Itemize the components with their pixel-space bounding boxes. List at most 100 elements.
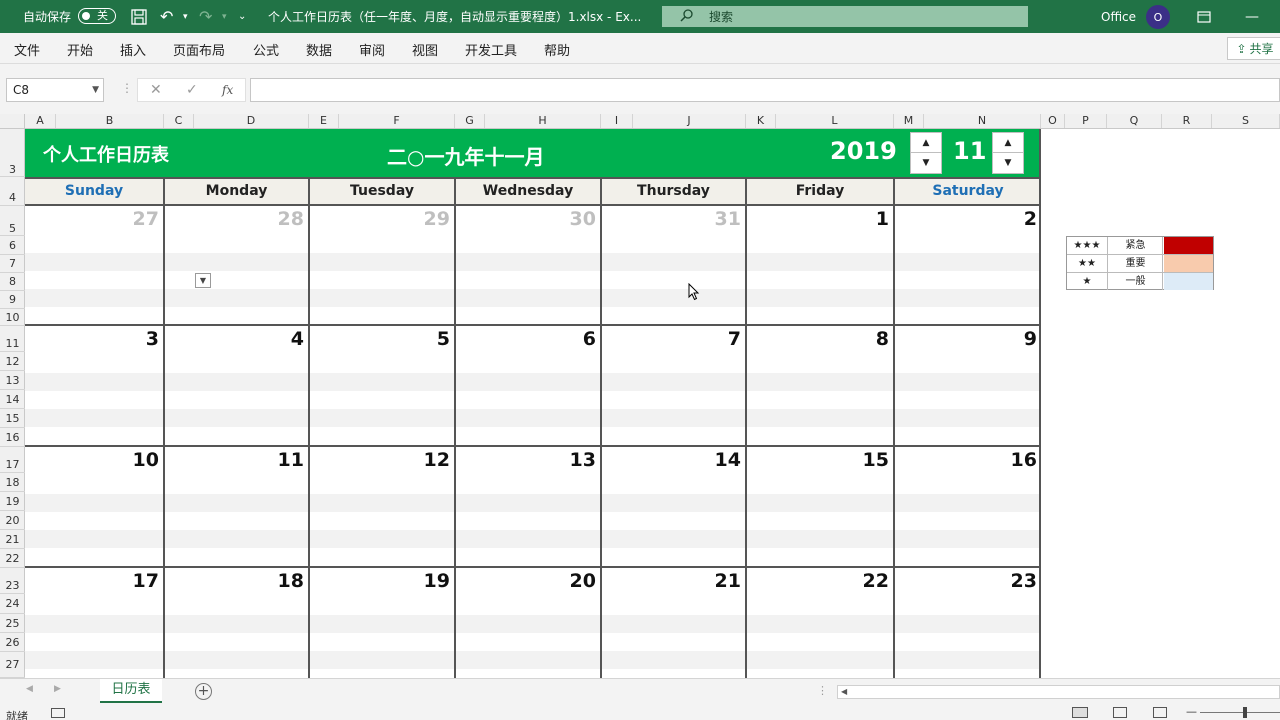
redo-icon[interactable]: ↷ [199,0,212,33]
add-sheet-button[interactable]: + [195,683,212,700]
year-up-icon[interactable]: ▲ [911,133,941,153]
calendar-day-cell[interactable]: 17 [25,568,165,678]
column-header[interactable]: P [1065,114,1107,128]
column-header[interactable]: N [924,114,1041,128]
share-button[interactable]: ⇪ 共享 [1227,37,1280,60]
formula-input[interactable] [250,78,1280,102]
row-header[interactable]: 4 [0,177,25,206]
chevron-down-icon[interactable]: ▼ [92,79,99,101]
normal-view-icon[interactable] [1072,707,1088,718]
row-header[interactable]: 23 [0,568,25,594]
minimize-icon[interactable]: — [1245,0,1259,33]
sheet-tab-calendar[interactable]: 日历表 [100,679,162,703]
column-header[interactable]: G [455,114,485,128]
column-header[interactable]: L [776,114,894,128]
calendar-day-cell[interactable]: 6 [456,326,602,445]
month-up-icon[interactable]: ▲ [993,133,1023,153]
row-header[interactable]: 3 [0,129,25,177]
zoom-out-icon[interactable]: — [1186,705,1197,718]
calendar-day-cell[interactable]: 10 [25,447,165,566]
column-header[interactable]: D [194,114,309,128]
tab-data[interactable]: 数据 [306,40,332,59]
drag-handle-icon[interactable]: ⋮ [121,81,133,95]
calendar-day-cell[interactable]: 4 [165,326,310,445]
column-header[interactable]: S [1212,114,1280,128]
column-header[interactable]: M [894,114,924,128]
prev-sheet-icon[interactable]: ◀ [26,684,33,694]
zoom-slider[interactable] [1200,712,1280,713]
column-header[interactable]: O [1041,114,1065,128]
column-header[interactable]: I [601,114,633,128]
column-header[interactable]: B [56,114,164,128]
row-header[interactable]: 16 [0,428,25,447]
month-down-icon[interactable]: ▼ [993,153,1023,173]
year-spinner[interactable]: ▲ ▼ [910,132,942,174]
row-header[interactable]: 25 [0,614,25,633]
row-header[interactable]: 20 [0,511,25,530]
horizontal-scrollbar[interactable]: ◀ [837,685,1280,699]
calendar-day-cell[interactable]: 21 [602,568,747,678]
row-header[interactable]: 19 [0,492,25,511]
autosave-toggle[interactable]: 关 [78,8,116,24]
macro-record-icon[interactable] [51,708,65,718]
calendar-day-cell[interactable]: 2 [895,206,1041,324]
calendar-day-cell[interactable]: 22 [747,568,895,678]
row-header[interactable]: 7 [0,255,25,273]
calendar-day-cell[interactable]: 19 [310,568,456,678]
column-header[interactable]: A [25,114,56,128]
calendar-day-cell[interactable]: 20 [456,568,602,678]
search-box[interactable]: 搜索 [662,6,1028,27]
tab-view[interactable]: 视图 [412,40,438,59]
row-header[interactable]: 8 [0,273,25,291]
cell-dropdown-icon[interactable]: ▼ [195,273,211,288]
calendar-day-cell[interactable]: 15 [747,447,895,566]
calendar-day-cell[interactable]: 29 [310,206,456,324]
calendar-day-cell[interactable]: 18 [165,568,310,678]
page-layout-view-icon[interactable] [1113,707,1127,718]
undo-dropdown-icon[interactable]: ▾ [183,0,188,33]
calendar-day-cell[interactable]: 16 [895,447,1041,566]
customize-toolbar-icon[interactable]: ⌄ [238,0,246,33]
scroll-left-icon[interactable]: ◀ [841,686,847,698]
tab-page-layout[interactable]: 页面布局 [173,40,225,59]
calendar-year[interactable]: 2019 [830,137,897,165]
column-header[interactable]: E [309,114,339,128]
tab-formulas[interactable]: 公式 [253,40,279,59]
calendar-day-cell[interactable]: 7 [602,326,747,445]
year-down-icon[interactable]: ▼ [911,153,941,173]
column-header[interactable]: J [633,114,746,128]
row-header[interactable]: 26 [0,633,25,652]
row-header[interactable]: 14 [0,390,25,409]
calendar-day-cell[interactable]: 12 [310,447,456,566]
row-header[interactable]: 9 [0,291,25,309]
calendar-month[interactable]: 11 [953,137,986,165]
month-spinner[interactable]: ▲ ▼ [992,132,1024,174]
calendar-day-cell[interactable]: 3 [25,326,165,445]
calendar-day-cell[interactable]: 28 [165,206,310,324]
tab-home[interactable]: 开始 [67,40,93,59]
calendar-day-cell[interactable]: 31 [602,206,747,324]
tab-file[interactable]: 文件 [14,40,40,59]
calendar-day-cell[interactable]: 11 [165,447,310,566]
row-header[interactable]: 10 [0,309,25,326]
column-header[interactable]: F [339,114,455,128]
page-break-view-icon[interactable] [1153,707,1167,718]
row-header[interactable]: 11 [0,326,25,352]
row-header[interactable]: 6 [0,236,25,255]
row-header[interactable]: 27 [0,652,25,678]
tab-insert[interactable]: 插入 [120,40,146,59]
calendar-day-cell[interactable]: 1 [747,206,895,324]
row-header[interactable]: 5 [0,206,25,236]
row-header[interactable]: 21 [0,530,25,549]
calendar-day-cell[interactable]: 9 [895,326,1041,445]
calendar-day-cell[interactable]: 14 [602,447,747,566]
cancel-icon[interactable]: ✕ [150,82,162,98]
column-header[interactable]: K [746,114,776,128]
undo-icon[interactable]: ↶ [160,0,173,33]
ribbon-display-icon[interactable] [1197,0,1211,33]
column-header[interactable]: Q [1107,114,1162,128]
redo-dropdown-icon[interactable]: ▾ [222,0,227,33]
calendar-day-cell[interactable]: 13 [456,447,602,566]
calendar-day-cell[interactable]: 27 [25,206,165,324]
row-header[interactable]: 17 [0,447,25,473]
